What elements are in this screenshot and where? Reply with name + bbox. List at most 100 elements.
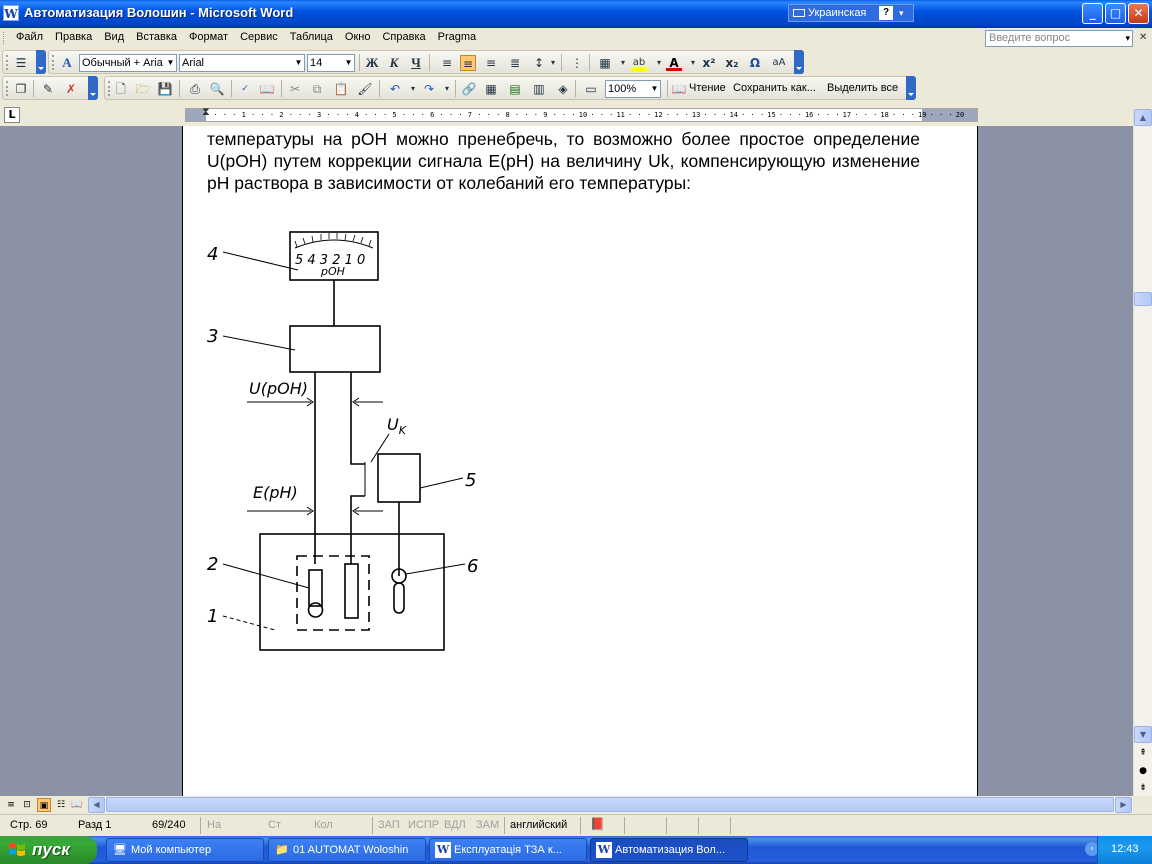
status-at[interactable]: На bbox=[207, 819, 221, 831]
zoom-select[interactable]: 100% ▼ bbox=[605, 80, 661, 98]
start-button[interactable]: пуск bbox=[0, 836, 97, 864]
taskbar-item-my-computer[interactable]: 🖥 Мой компьютер bbox=[106, 838, 264, 862]
justify-icon[interactable]: ≣ bbox=[507, 55, 523, 71]
status-overtype[interactable]: ЗАМ bbox=[476, 819, 499, 831]
document-page[interactable]: температуры на рОН можно пренебречь, то … bbox=[182, 126, 978, 796]
new-document-icon[interactable]: 🗋 bbox=[113, 81, 129, 97]
align-right-icon[interactable]: ≡ bbox=[483, 55, 499, 71]
title-bar[interactable]: W Автоматизация Волошин - Microsoft Word… bbox=[0, 0, 1152, 28]
menu-pragma[interactable]: Pragma bbox=[432, 31, 483, 43]
document-paragraph[interactable]: температуры на рОН можно пренебречь, то … bbox=[207, 128, 920, 194]
toolbar-options-button[interactable] bbox=[906, 76, 916, 100]
tab-selector[interactable]: L bbox=[4, 107, 20, 123]
toolbar-grip[interactable] bbox=[6, 55, 9, 70]
menu-view[interactable]: Вид bbox=[98, 31, 130, 43]
status-track[interactable]: ИСПР bbox=[408, 819, 439, 831]
research-icon[interactable]: ❐ bbox=[13, 81, 29, 97]
print-icon[interactable]: ⎙ bbox=[187, 81, 203, 97]
status-language[interactable]: английский bbox=[510, 819, 567, 831]
spelling-status-icon[interactable]: 📕 bbox=[590, 817, 605, 831]
toolbar-options-button[interactable] bbox=[36, 50, 46, 74]
previous-page-icon[interactable]: ⇞ bbox=[1136, 746, 1150, 760]
subscript-icon[interactable]: x₂ bbox=[724, 55, 740, 71]
paste-icon[interactable]: 📋 bbox=[333, 81, 349, 97]
language-indicator[interactable]: Украинская ? ▾ bbox=[788, 4, 914, 22]
chevron-down-icon[interactable]: ▼ bbox=[343, 55, 354, 71]
reject-icon[interactable]: ✗ bbox=[63, 81, 79, 97]
superscript-icon[interactable]: x² bbox=[701, 55, 717, 71]
borders-icon[interactable]: ▦ bbox=[597, 55, 613, 71]
scroll-down-button[interactable]: ▼ bbox=[1134, 726, 1152, 743]
menu-format[interactable]: Формат bbox=[183, 31, 234, 43]
select-browse-object-icon[interactable]: ● bbox=[1136, 764, 1150, 778]
document-map-icon[interactable]: ▭ bbox=[583, 81, 599, 97]
drawing-icon[interactable]: ◈ bbox=[555, 81, 571, 97]
chevron-down-icon[interactable]: ▾ bbox=[439, 81, 455, 97]
maximize-button[interactable]: □ bbox=[1105, 3, 1126, 24]
copy-icon[interactable]: ⧉ bbox=[309, 81, 325, 97]
open-folder-icon[interactable]: 🗁 bbox=[135, 81, 151, 97]
toolbar-options-button[interactable] bbox=[88, 76, 98, 100]
status-line[interactable]: Ст bbox=[268, 819, 281, 831]
hyperlink-icon[interactable]: 🔗 bbox=[461, 81, 477, 97]
scroll-right-button[interactable]: ▶ bbox=[1115, 797, 1132, 813]
toolbar-options-button[interactable] bbox=[794, 50, 804, 74]
vertical-scroll-thumb[interactable] bbox=[1134, 292, 1152, 306]
format-painter-icon[interactable]: 🖌 bbox=[357, 81, 373, 97]
taskbar-item-word-automation[interactable]: W Автоматизация Вол... bbox=[590, 838, 748, 862]
status-record[interactable]: ЗАП bbox=[378, 819, 400, 831]
save-icon[interactable]: 💾 bbox=[157, 81, 173, 97]
chevron-down-icon[interactable]: ▾ bbox=[615, 55, 631, 71]
indent-marker-icon[interactable]: ⧗ bbox=[202, 105, 210, 119]
clock[interactable]: 12:43 bbox=[1111, 843, 1139, 855]
menu-grip[interactable] bbox=[3, 32, 6, 45]
reading-layout-button[interactable]: Чтение bbox=[689, 82, 726, 94]
horizontal-ruler[interactable]: 1 · · · 2 · · · 3 · · · 4 · · · 5 · · · 6 · · · 7 · · · 8 · · · 9 · · · 10 · ·… bbox=[185, 105, 978, 122]
select-all-button[interactable]: Выделить все bbox=[827, 82, 898, 94]
menu-file[interactable]: Файл bbox=[10, 31, 49, 43]
word-app-icon[interactable]: W bbox=[3, 5, 19, 21]
menu-table[interactable]: Таблица bbox=[284, 31, 339, 43]
chevron-down-icon[interactable]: ▾ bbox=[685, 55, 701, 71]
horizontal-scroll-thumb[interactable] bbox=[106, 797, 1114, 812]
document-close-icon[interactable]: ✕ bbox=[1139, 32, 1147, 43]
chevron-down-icon[interactable]: ▾ bbox=[651, 55, 667, 71]
style-select[interactable]: Обычный + Aria ▼ bbox=[79, 54, 177, 72]
outline-icon[interactable]: ☰ bbox=[13, 55, 29, 71]
cut-icon[interactable]: ✂ bbox=[287, 81, 303, 97]
styles-icon[interactable]: A bbox=[59, 55, 75, 71]
next-page-icon[interactable]: ⇟ bbox=[1136, 781, 1150, 795]
columns-icon[interactable]: ▥ bbox=[531, 81, 547, 97]
chevron-down-icon[interactable]: ▼ bbox=[649, 81, 660, 97]
research-book-icon[interactable]: 📖 bbox=[259, 81, 275, 97]
align-center-icon[interactable]: ≡ bbox=[460, 55, 476, 71]
spelling-icon[interactable]: ✓ bbox=[237, 81, 253, 97]
taskbar-item-word-exploitation[interactable]: W Експлуатація ТЗА к... bbox=[429, 838, 587, 862]
print-preview-icon[interactable]: 🔍 bbox=[209, 81, 225, 97]
excel-icon[interactable]: ▤ bbox=[507, 81, 523, 97]
help-icon[interactable]: ? bbox=[879, 6, 893, 20]
toolbar-grip[interactable] bbox=[52, 55, 55, 70]
undo-icon[interactable]: ↶ bbox=[387, 81, 403, 97]
document-workspace[interactable]: температуры на рОН можно пренебречь, то … bbox=[0, 126, 1133, 796]
vertical-scrollbar[interactable]: ▲ ▼ ⇞ ● ⇟ bbox=[1133, 109, 1152, 796]
reading-view-icon[interactable]: 📖 bbox=[70, 798, 84, 812]
chevron-down-icon[interactable]: ▾ bbox=[899, 5, 904, 21]
menu-tools[interactable]: Сервис bbox=[234, 31, 284, 43]
font-size-select[interactable]: 14 ▼ bbox=[307, 54, 355, 72]
menu-window[interactable]: Окно bbox=[339, 31, 377, 43]
taskbar-item-folder[interactable]: 📁 01 AUTOMAT Woloshin bbox=[268, 838, 426, 862]
numbering-icon[interactable]: ⋮ bbox=[569, 55, 585, 71]
toolbar-grip[interactable] bbox=[6, 81, 9, 96]
toolbar-grip[interactable] bbox=[108, 81, 111, 96]
font-color-icon[interactable]: A bbox=[666, 55, 682, 71]
track-changes-icon[interactable]: ✎ bbox=[40, 81, 56, 97]
status-extend[interactable]: ВДЛ bbox=[444, 819, 466, 831]
bold-button[interactable]: Ж bbox=[364, 55, 380, 71]
underline-button[interactable]: Ч bbox=[408, 55, 424, 71]
scroll-left-button[interactable]: ◀ bbox=[88, 797, 105, 813]
outline-view-icon[interactable]: ☷ bbox=[54, 798, 68, 812]
close-button[interactable]: ✕ bbox=[1128, 3, 1149, 24]
align-left-icon[interactable]: ≡ bbox=[439, 55, 455, 71]
print-layout-view-icon[interactable]: ▣ bbox=[37, 798, 51, 812]
